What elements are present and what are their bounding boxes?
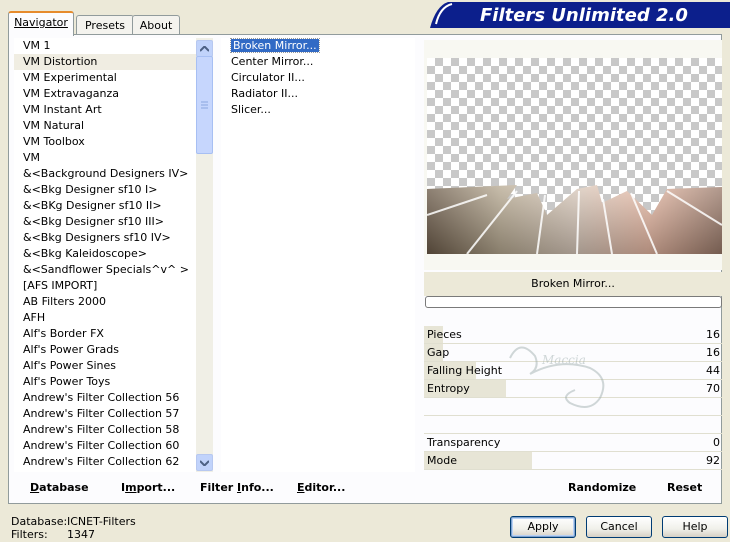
reset-button[interactable]: Reset [667, 478, 702, 498]
tab-presets[interactable]: Presets [76, 15, 134, 35]
tab-about-label: About [139, 19, 173, 32]
parameter-label: Pieces [427, 328, 462, 341]
tab-navigator[interactable]: Navigator [8, 11, 74, 36]
randomize-button[interactable]: Randomize [568, 478, 636, 498]
scroll-up-button[interactable] [196, 40, 213, 57]
category-item[interactable]: Andrew's Filter Collection 56 [14, 390, 197, 406]
filter-list[interactable]: Broken Mirror... Center Mirror... Circulat… [221, 38, 415, 472]
filter-item-label: Broken Mirror... [230, 38, 320, 53]
filter-item-label: Center Mirror... [231, 55, 314, 68]
filters-count-label: Filters: [11, 528, 48, 541]
category-item[interactable]: VM Experimental [14, 70, 197, 86]
parameter-slider[interactable]: Mode 92 [424, 452, 722, 470]
help-button[interactable]: Help [662, 516, 728, 538]
filter-item[interactable]: Slicer... [221, 102, 415, 118]
parameter-label: Entropy [427, 382, 470, 395]
category-item[interactable]: VM Extravaganza [14, 86, 197, 102]
filter-item[interactable]: Center Mirror... [221, 54, 415, 70]
editor-button[interactable]: Editor... [297, 478, 345, 498]
parameter-label: Mode [427, 454, 457, 467]
filter-item[interactable]: Broken Mirror... [221, 38, 415, 54]
category-item[interactable]: Andrew's Filter Collection 60 [14, 438, 197, 454]
apply-button[interactable]: Apply [510, 516, 576, 538]
category-item[interactable]: &<Background Designers IV> [14, 166, 197, 182]
category-item[interactable]: &<Bkg Kaleidoscope> [14, 246, 197, 262]
category-item[interactable]: &<Bkg Designer sf10 I> [14, 182, 197, 198]
cancel-button[interactable]: Cancel [586, 516, 652, 538]
category-item[interactable]: Andrew's Filter Collection 62 [14, 454, 197, 470]
category-item[interactable]: &<BKg Designer sf10 II> [14, 198, 197, 214]
database-label: atabase [39, 481, 89, 494]
tab-about[interactable]: About [132, 15, 180, 35]
app-title: Filters Unlimited 2.0 [480, 5, 688, 26]
title-banner: Filters Unlimited 2.0 [430, 2, 730, 28]
parameter-label: Falling Height [427, 364, 503, 377]
category-item[interactable]: Alf's Border FX [14, 326, 197, 342]
parameter-divider [424, 469, 722, 470]
category-item[interactable]: VM Natural [14, 118, 197, 134]
filter-item-label: Radiator II... [231, 87, 298, 100]
category-item[interactable]: Alf's Power Sines [14, 358, 197, 374]
parameter-slider[interactable]: Transparency 0 [424, 434, 722, 452]
chevron-up-icon [200, 45, 209, 52]
category-item[interactable]: Andrew's Filter Collection 57 [14, 406, 197, 422]
filter-info-button[interactable]: Filter Info... [200, 478, 274, 498]
category-item[interactable]: VM Toolbox [14, 134, 197, 150]
selected-filter-name: Broken Mirror... [424, 272, 722, 296]
filter-item-label: Slicer... [231, 103, 271, 116]
tab-presets-label: Presets [84, 19, 126, 32]
tab-navigator-label: Navigator [14, 16, 68, 29]
preview-image [427, 185, 722, 254]
progress-bar [425, 296, 722, 308]
parameter-value: 92 [706, 454, 720, 467]
editor-mnemonic: E [297, 481, 305, 494]
database-mnemonic: D [30, 481, 40, 494]
category-item[interactable]: AB Filters 2000 [14, 294, 197, 310]
status-info: Database:ICNET-Filters Filters: 1347 [11, 515, 136, 541]
filter-item[interactable]: Radiator II... [221, 86, 415, 102]
chevron-down-icon [200, 459, 209, 466]
parameter-slider[interactable] [424, 416, 722, 434]
watermark: Maccia [500, 338, 620, 418]
category-item[interactable]: Alf's Power Grads [14, 342, 197, 358]
category-item[interactable]: AFH [14, 310, 197, 326]
watermark-text: Maccia [541, 353, 586, 367]
category-item[interactable]: &<Bkg Designers sf10 IV> [14, 230, 197, 246]
import-label: port... [136, 481, 176, 494]
import-mnemonic: m [125, 481, 137, 494]
filters-count-value: 1347 [67, 528, 95, 541]
parameter-value: 16 [706, 346, 720, 359]
scroll-down-button[interactable] [196, 454, 213, 471]
category-item[interactable]: &<Sandflower Specials^v^ > [14, 262, 197, 278]
category-item[interactable]: VM [14, 150, 197, 166]
parameter-value: 70 [706, 382, 720, 395]
filter-info-label-start: Filter [200, 481, 238, 494]
database-status-value: ICNET-Filters [67, 515, 136, 528]
parameter-value: 44 [706, 364, 720, 377]
preview-pane [424, 40, 722, 270]
filter-item[interactable]: Circulator II... [221, 70, 415, 86]
category-item[interactable]: Alf's Power Toys [14, 374, 197, 390]
category-item[interactable]: VM Instant Art [14, 102, 197, 118]
parameter-label: Gap [427, 346, 450, 359]
database-status-label: Database: [11, 515, 68, 528]
database-button[interactable]: Database [30, 478, 89, 498]
editor-label: ditor... [304, 481, 346, 494]
category-list[interactable]: VM 1 VM Distortion VM Experimental VM Extra… [14, 38, 197, 472]
parameter-value: 16 [706, 328, 720, 341]
parameter-value: 0 [713, 436, 720, 449]
watermark-signature-icon: Maccia [509, 346, 605, 408]
category-scrollbar[interactable] [196, 38, 213, 472]
scroll-thumb[interactable] [196, 56, 213, 154]
category-item[interactable]: &<Bkg Designer sf10 III> [14, 214, 197, 230]
import-button[interactable]: Import... [121, 478, 175, 498]
filter-item-label: Circulator II... [231, 71, 305, 84]
parameter-label: Transparency [427, 436, 501, 449]
category-item[interactable]: Andrew's Filter Collection 58 [14, 422, 197, 438]
category-item[interactable]: VM Distortion [14, 54, 197, 70]
category-item[interactable]: VM 1 [14, 38, 197, 54]
filter-info-label: nfo... [241, 481, 274, 494]
category-item[interactable]: [AFS IMPORT] [14, 278, 197, 294]
grip-icon [201, 101, 208, 109]
